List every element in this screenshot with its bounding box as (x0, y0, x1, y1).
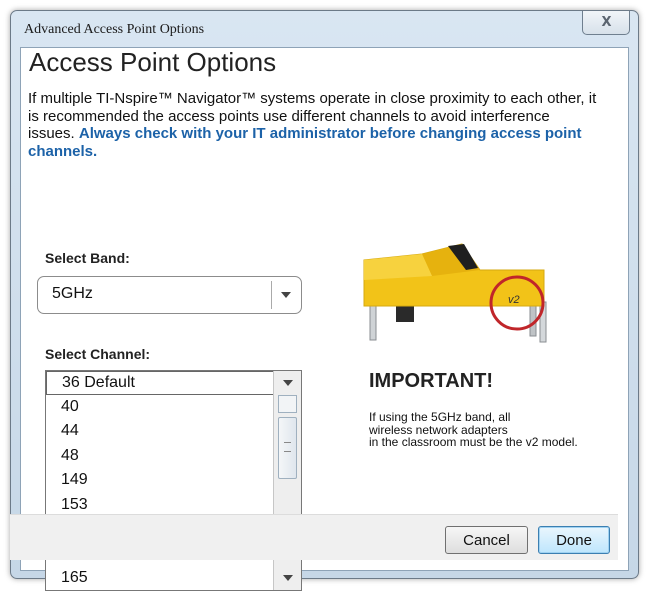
scroll-track-top[interactable] (278, 395, 297, 413)
important-note: If using the 5GHz band, all wireless net… (369, 411, 629, 449)
note-line-1: If using the 5GHz band, all (369, 410, 511, 424)
important-heading: IMPORTANT! (369, 370, 494, 392)
scroll-down-chevron-down-icon[interactable] (278, 569, 297, 587)
title-bar[interactable]: Advanced Access Point Options X (11, 11, 638, 47)
channel-label: Select Channel: (45, 346, 151, 362)
band-selected-value: 5GHz (52, 285, 93, 302)
v2-badge-label: v2 (508, 294, 520, 306)
channel-option-165[interactable]: 165 (46, 566, 274, 590)
scroll-up-chevron-down-icon[interactable] (278, 374, 297, 392)
page-title: Access Point Options (29, 47, 277, 77)
close-button[interactable]: X (582, 11, 630, 35)
channel-option-44[interactable]: 44 (46, 419, 274, 443)
chevron-down-icon[interactable] (281, 292, 291, 298)
band-select[interactable]: 5GHz (37, 276, 302, 314)
window-title: Advanced Access Point Options (24, 22, 205, 37)
note-line-3: in the classroom must be the v2 model. (369, 435, 578, 449)
band-label: Select Band: (45, 250, 130, 266)
channel-option-48[interactable]: 48 (46, 444, 274, 468)
intro-warning: Always check with your IT administrator … (28, 125, 582, 160)
cancel-button[interactable]: Cancel (445, 526, 528, 554)
channel-option-40[interactable]: 40 (46, 395, 274, 419)
channel-option-36[interactable]: 36 Default (46, 371, 274, 395)
done-button[interactable]: Done (538, 526, 610, 554)
channel-option-149[interactable]: 149 (46, 468, 274, 492)
intro-paragraph: If multiple TI-Nspire™ Navigator™ system… (28, 90, 598, 160)
band-select-divider (271, 281, 272, 309)
access-point-adapter-illustration: v2 (363, 243, 547, 343)
scroll-thumb[interactable] (278, 417, 297, 479)
close-icon: X (601, 15, 611, 30)
